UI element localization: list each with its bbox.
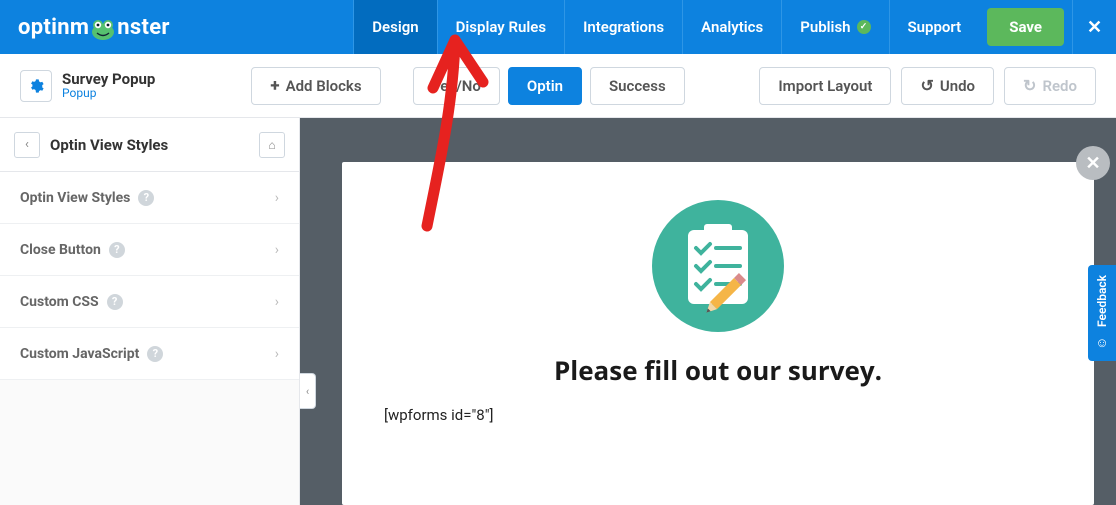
popup-shortcode-text[interactable]: [wpforms id="8"]: [378, 406, 1058, 424]
add-blocks-label: Add Blocks: [286, 77, 362, 95]
help-icon: ?: [107, 294, 123, 310]
help-icon: ?: [109, 242, 125, 258]
view-tabs: Yes/No Optin Success: [413, 67, 685, 105]
sidebar-item-label: Custom JavaScript: [20, 346, 139, 362]
chevron-left-icon: ‹: [306, 385, 309, 398]
close-icon: ✕: [1085, 153, 1100, 174]
tab-success[interactable]: Success: [590, 67, 685, 105]
add-blocks-button[interactable]: + Add Blocks: [251, 67, 380, 105]
chevron-right-icon: ›: [275, 346, 279, 362]
sidebar-header: ‹ Optin View Styles ⌂: [0, 118, 299, 172]
nav-support[interactable]: Support: [889, 0, 980, 54]
feedback-tab[interactable]: Feedback ☺: [1088, 265, 1116, 361]
chevron-right-icon: ›: [275, 242, 279, 258]
popup-close-button[interactable]: ✕: [1076, 146, 1110, 180]
sidebar-item-label: Close Button: [20, 242, 101, 258]
nav-publish-label: Publish: [800, 18, 850, 36]
save-button[interactable]: Save: [987, 8, 1064, 46]
sidebar-item-label: Custom CSS: [20, 294, 99, 310]
survey-icon: [378, 190, 1058, 336]
sidebar-title: Optin View Styles: [50, 136, 249, 154]
sidebar-item-optin-view-styles[interactable]: Optin View Styles ? ›: [0, 172, 299, 224]
nav-design[interactable]: Design: [353, 0, 436, 54]
undo-label: Undo: [940, 77, 975, 95]
chevron-left-icon: ‹: [25, 137, 29, 152]
tab-yesno[interactable]: Yes/No: [413, 67, 500, 105]
redo-button[interactable]: ↻ Redo: [1004, 67, 1096, 105]
sidebar-item-custom-javascript[interactable]: Custom JavaScript ? ›: [0, 328, 299, 380]
sidebar-item-label: Optin View Styles: [20, 190, 130, 206]
redo-icon: ↻: [1023, 76, 1036, 95]
sidebar-back-button[interactable]: ‹: [14, 132, 40, 158]
sidebar-item-custom-css[interactable]: Custom CSS ? ›: [0, 276, 299, 328]
editor-main: ‹ Optin View Styles ⌂ Optin View Styles …: [0, 118, 1116, 505]
top-navbar: optinm nster Design Display Rules Integr…: [0, 0, 1116, 54]
nav-publish[interactable]: Publish ✓: [781, 0, 888, 54]
import-layout-button[interactable]: Import Layout: [759, 67, 891, 105]
sidebar-home-button[interactable]: ⌂: [259, 132, 285, 158]
redo-label: Redo: [1042, 77, 1077, 95]
tab-optin[interactable]: Optin: [508, 67, 582, 105]
monster-icon: [90, 18, 116, 40]
home-icon: ⌂: [268, 138, 275, 152]
close-editor-button[interactable]: ✕: [1072, 0, 1116, 54]
help-icon: ?: [147, 346, 163, 362]
sidebar-item-close-button[interactable]: Close Button ? ›: [0, 224, 299, 276]
sidebar-collapse-handle[interactable]: ‹: [300, 373, 316, 409]
campaign-settings-button[interactable]: [20, 70, 52, 102]
popup-heading[interactable]: Please fill out our survey.: [378, 352, 1058, 388]
nav-display-rules[interactable]: Display Rules: [437, 0, 564, 54]
undo-icon: ↺: [920, 76, 933, 95]
brand-text-post: nster: [117, 15, 170, 40]
campaign-type: Popup: [62, 87, 155, 100]
feedback-label: Feedback: [1095, 275, 1109, 327]
nav-analytics[interactable]: Analytics: [682, 0, 781, 54]
gear-icon: [28, 78, 44, 94]
help-icon: ?: [138, 190, 154, 206]
popup-content: Please fill out our survey. [wpforms id=…: [342, 162, 1094, 452]
campaign-info: Survey Popup Popup: [20, 70, 155, 102]
editor-toolbar: Survey Popup Popup + Add Blocks Yes/No O…: [0, 54, 1116, 118]
plus-icon: +: [270, 76, 279, 96]
brand-text-pre: optinm: [18, 15, 89, 40]
publish-check-icon: ✓: [857, 20, 871, 34]
popup-preview[interactable]: ✕: [342, 162, 1094, 505]
sidebar: ‹ Optin View Styles ⌂ Optin View Styles …: [0, 118, 300, 505]
brand-logo: optinm nster: [0, 0, 188, 54]
main-nav: Design Display Rules Integrations Analyt…: [353, 0, 1116, 54]
canvas: ‹ ✕: [300, 118, 1116, 505]
chevron-right-icon: ›: [275, 294, 279, 310]
nav-integrations[interactable]: Integrations: [564, 0, 682, 54]
feedback-icon: ☺: [1095, 335, 1108, 351]
chevron-right-icon: ›: [275, 190, 279, 206]
campaign-title: Survey Popup: [62, 71, 155, 88]
undo-button[interactable]: ↺ Undo: [901, 67, 994, 105]
